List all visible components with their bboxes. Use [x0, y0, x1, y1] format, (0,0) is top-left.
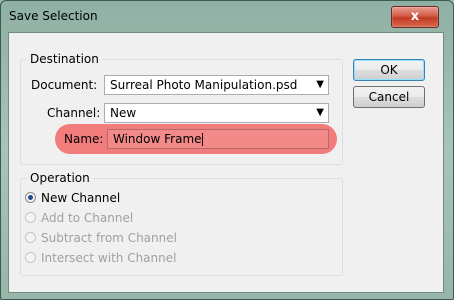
document-label: Document: [31, 78, 98, 92]
channel-value: New [110, 106, 137, 120]
radio-label: Subtract from Channel [41, 231, 177, 245]
name-label: Name: [64, 132, 104, 146]
close-icon: x [410, 9, 420, 24]
operation-legend: Operation [27, 171, 93, 185]
document-value: Surreal Photo Manipulation.psd [110, 78, 298, 92]
radio-button [25, 212, 36, 223]
radio-label: Add to Channel [41, 211, 134, 225]
radio-label: New Channel [41, 191, 121, 205]
title-bar[interactable]: Save Selection x [1, 1, 453, 31]
name-value: Window Frame [113, 132, 202, 146]
dialog-title: Save Selection [9, 9, 98, 23]
save-selection-dialog: Save Selection x Destination Document: S… [0, 0, 454, 300]
document-select[interactable]: Surreal Photo Manipulation.psd ▼ [104, 75, 329, 95]
ok-button[interactable]: OK [353, 59, 425, 81]
cancel-button[interactable]: Cancel [353, 86, 425, 108]
dropdown-arrow-icon: ▼ [316, 79, 324, 90]
dialog-body: Destination Document: Surreal Photo Mani… [8, 32, 444, 293]
dropdown-arrow-icon: ▼ [316, 107, 324, 118]
name-input[interactable]: Window Frame [107, 129, 329, 149]
radio-button-checked[interactable] [25, 192, 36, 203]
close-button[interactable]: x [391, 6, 439, 28]
radio-button [25, 232, 36, 243]
channel-label: Channel: [47, 106, 101, 120]
channel-select[interactable]: New ▼ [104, 103, 329, 123]
text-caret [202, 133, 203, 146]
destination-legend: Destination [27, 52, 102, 66]
radio-label: Intersect with Channel [41, 251, 177, 265]
radio-button [25, 252, 36, 263]
